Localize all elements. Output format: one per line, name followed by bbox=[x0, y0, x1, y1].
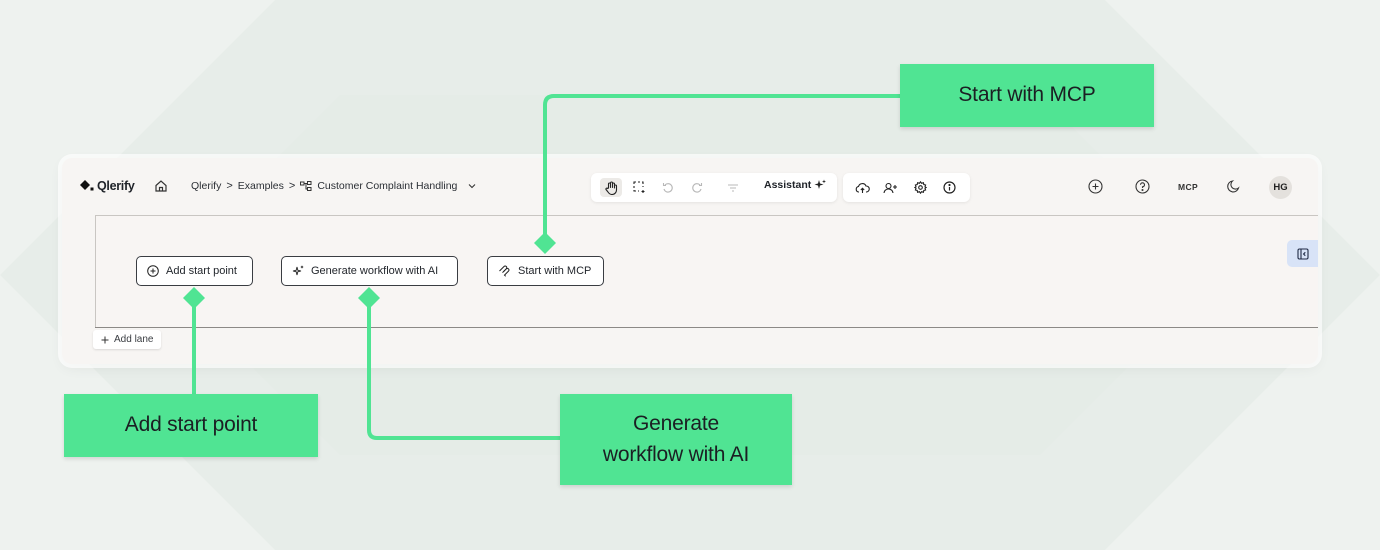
hand-tool-icon[interactable] bbox=[600, 178, 622, 197]
logo[interactable]: Qlerify bbox=[80, 179, 135, 193]
breadcrumb-current[interactable]: Customer Complaint Handling bbox=[317, 180, 457, 192]
callout-add-start-point: Add start point bbox=[64, 394, 318, 457]
add-circle-icon[interactable] bbox=[1088, 179, 1103, 194]
help-icon[interactable] bbox=[1135, 179, 1150, 194]
secondary-toolbar bbox=[843, 173, 970, 202]
mcp-button[interactable]: MCP bbox=[1178, 182, 1198, 192]
generate-workflow-button[interactable]: Generate workflow with AI bbox=[281, 256, 458, 286]
callout-start-with-mcp-text: Start with MCP bbox=[958, 83, 1096, 107]
callout-generate-line1: Generate bbox=[633, 412, 719, 436]
filter-icon[interactable] bbox=[722, 178, 744, 197]
breadcrumb-qlerify[interactable]: Qlerify bbox=[191, 180, 221, 192]
assistant-label: Assistant bbox=[764, 179, 812, 191]
lane-border-bottom bbox=[95, 327, 1318, 328]
plus-circle-icon bbox=[147, 265, 159, 277]
logo-text: Qlerify bbox=[97, 179, 135, 193]
breadcrumb-separator: > bbox=[288, 180, 296, 192]
workflow-icon bbox=[300, 180, 312, 192]
select-tool-icon[interactable] bbox=[628, 178, 650, 197]
add-user-icon[interactable] bbox=[879, 178, 901, 197]
sparkle-icon bbox=[292, 265, 304, 276]
dark-mode-icon[interactable] bbox=[1227, 179, 1241, 193]
settings-icon[interactable] bbox=[909, 178, 931, 197]
mcp-icon bbox=[499, 265, 510, 277]
avatar[interactable]: HG bbox=[1269, 176, 1292, 199]
callout-generate-line2: workflow with AI bbox=[602, 442, 750, 466]
swimlane bbox=[96, 216, 1318, 327]
info-icon[interactable] bbox=[938, 178, 960, 197]
add-start-point-button[interactable]: Add start point bbox=[136, 256, 253, 286]
chevron-down-icon[interactable] bbox=[468, 183, 476, 189]
add-lane-label: Add lane bbox=[114, 334, 154, 345]
redo-icon[interactable] bbox=[686, 178, 708, 197]
callout-start-with-mcp: Start with MCP bbox=[900, 64, 1154, 127]
panel-toggle-button[interactable] bbox=[1287, 240, 1318, 267]
add-start-point-label: Add start point bbox=[166, 265, 237, 277]
assistant-button[interactable]: Assistant bbox=[764, 179, 827, 191]
callout-add-start-point-text: Add start point bbox=[124, 413, 258, 437]
top-bar: Qlerify Qlerify > Examples > Customer Co bbox=[62, 158, 1318, 216]
canvas-toolbar: Assistant bbox=[591, 173, 837, 202]
home-icon[interactable] bbox=[154, 179, 168, 198]
callout-generate-workflow: Generate workflow with AI bbox=[560, 394, 792, 485]
sparkle-icon bbox=[814, 179, 827, 189]
sidebar-toggle-icon bbox=[1296, 247, 1309, 260]
breadcrumb-separator: > bbox=[226, 180, 233, 192]
lane-border-left bbox=[95, 215, 96, 328]
add-lane-button[interactable]: Add lane bbox=[93, 330, 162, 349]
app-window: Qlerify Qlerify > Examples > Customer Co bbox=[62, 158, 1318, 364]
start-with-mcp-button[interactable]: Start with MCP bbox=[487, 256, 604, 286]
breadcrumb: Qlerify > Examples > Customer Complaint … bbox=[191, 180, 476, 192]
logo-icon bbox=[80, 180, 94, 191]
undo-icon[interactable] bbox=[657, 178, 679, 197]
cloud-upload-icon[interactable] bbox=[851, 178, 873, 197]
generate-workflow-label: Generate workflow with AI bbox=[311, 265, 439, 277]
lane-border-top bbox=[95, 215, 1318, 216]
breadcrumb-examples[interactable]: Examples bbox=[238, 180, 284, 192]
start-with-mcp-label: Start with MCP bbox=[518, 265, 592, 277]
plus-icon bbox=[101, 336, 109, 343]
